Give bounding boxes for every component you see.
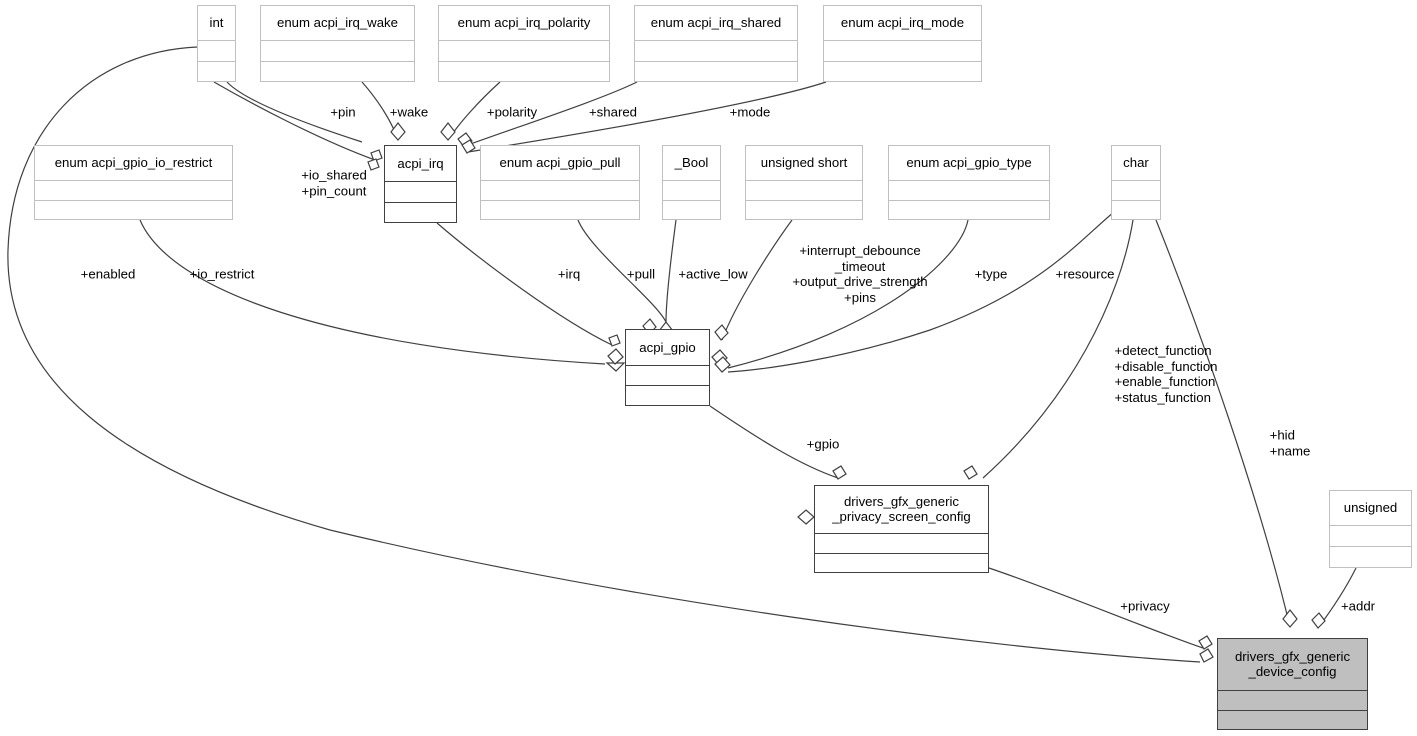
edge-label-shared: +shared xyxy=(588,104,638,120)
node-unsigned[interactable]: unsigned xyxy=(1329,490,1412,568)
node-int-attrs xyxy=(198,41,235,62)
node-unsigned-title: unsigned xyxy=(1330,491,1411,526)
edge-label-polarity: +polarity xyxy=(486,104,538,120)
node-enum-acpi-irq-polarity-title: enum acpi_irq_polarity xyxy=(439,6,609,41)
diamond-ushort xyxy=(714,324,729,341)
edge-enabled xyxy=(7,46,1201,663)
edge-label-io-shared-pin-count: +io_shared +pin_count xyxy=(301,167,367,199)
node-char[interactable]: char xyxy=(1111,145,1161,220)
diamond-enabled xyxy=(1199,648,1214,663)
node-acpi-irq[interactable]: acpi_irq xyxy=(384,145,457,223)
edge-label-functions: +detect_function +disable_function +enab… xyxy=(1114,343,1218,405)
node-int-ops xyxy=(198,62,235,82)
edge-label-pin: +pin xyxy=(330,104,356,120)
edge-label-type: +type xyxy=(974,266,1008,282)
node-enum-acpi-gpio-io-restrict[interactable]: enum acpi_gpio_io_restrict xyxy=(34,145,233,220)
edge-label-io-restrict: +io_restrict xyxy=(189,266,255,282)
node-int-title: int xyxy=(198,6,235,41)
node-char-title: char xyxy=(1112,146,1160,181)
edge-label-irq: +irq xyxy=(557,266,581,282)
diamond-hid-name xyxy=(1282,609,1298,628)
edge-label-wake: +wake xyxy=(389,104,429,120)
node-enum-acpi-gpio-pull-title: enum acpi_gpio_pull xyxy=(481,146,639,181)
node-enum-acpi-gpio-pull[interactable]: enum acpi_gpio_pull xyxy=(480,145,640,220)
edge-label-ushort-group: +interrupt_debounce _timeout +output_dri… xyxy=(792,243,928,305)
node-bool-title: _Bool xyxy=(663,146,720,181)
diamond-io-shared xyxy=(367,158,380,171)
diamond-functions xyxy=(963,465,978,480)
uml-diagram-canvas: int enum acpi_irq_wake enum acpi_irq_pol… xyxy=(0,0,1417,736)
diamond-io-restrict-2 xyxy=(607,348,624,365)
edge-label-pull: +pull xyxy=(626,266,656,282)
edge-label-enabled: +enabled xyxy=(80,266,136,282)
diamond-wake xyxy=(390,122,406,141)
node-enum-acpi-gpio-type-title: enum acpi_gpio_type xyxy=(889,146,1049,181)
node-acpi-gpio-title: acpi_gpio xyxy=(626,330,709,366)
edge-label-hid-name: +hid +name xyxy=(1269,427,1311,459)
edge-irq xyxy=(436,222,613,346)
node-enum-acpi-irq-wake-title: enum acpi_irq_wake xyxy=(261,6,414,41)
edge-label-mode: +mode xyxy=(729,104,771,120)
edge-label-addr: +addr xyxy=(1340,598,1376,614)
diamond-polarity xyxy=(440,122,456,141)
edge-io-restrict xyxy=(139,219,606,365)
node-enum-acpi-irq-mode-title: enum acpi_irq_mode xyxy=(824,6,981,41)
edge-label-resource: +resource xyxy=(1055,266,1115,282)
node-enum-acpi-irq-wake[interactable]: enum acpi_irq_wake xyxy=(260,5,415,82)
edge-hid-name xyxy=(1155,219,1291,628)
node-unsigned-short-title: unsigned short xyxy=(746,146,862,181)
node-privacy-screen-config-title: drivers_gfx_generic _privacy_screen_conf… xyxy=(815,486,988,534)
node-unsigned-short[interactable]: unsigned short xyxy=(745,145,863,220)
node-acpi-irq-title: acpi_irq xyxy=(385,146,456,182)
node-privacy-screen-config[interactable]: drivers_gfx_generic _privacy_screen_conf… xyxy=(814,485,989,573)
edge-functions xyxy=(982,219,1134,479)
node-enum-acpi-gpio-type[interactable]: enum acpi_gpio_type xyxy=(888,145,1050,220)
diamond-addr xyxy=(1311,612,1326,629)
edge-label-gpio: +gpio xyxy=(806,436,840,452)
node-acpi-gpio[interactable]: acpi_gpio xyxy=(625,329,710,406)
diamond-privacy-left xyxy=(797,509,815,525)
node-enum-acpi-irq-polarity[interactable]: enum acpi_irq_polarity xyxy=(438,5,610,82)
node-int[interactable]: int xyxy=(197,5,236,82)
node-enum-acpi-irq-shared-title: enum acpi_irq_shared xyxy=(635,6,797,41)
node-enum-acpi-gpio-io-restrict-title: enum acpi_gpio_io_restrict xyxy=(35,146,232,181)
node-bool[interactable]: _Bool xyxy=(662,145,721,220)
node-enum-acpi-irq-mode[interactable]: enum acpi_irq_mode xyxy=(823,5,982,82)
node-device-config[interactable]: drivers_gfx_generic _device_config xyxy=(1217,638,1368,730)
edge-label-active-low: +active_low xyxy=(678,266,748,282)
edge-io-shared-pin-count xyxy=(213,81,376,161)
edge-label-privacy: +privacy xyxy=(1120,598,1170,614)
edge-active-low xyxy=(665,219,677,323)
edge-privacy xyxy=(988,567,1204,649)
node-device-config-title: drivers_gfx_generic _device_config xyxy=(1218,639,1367,691)
node-enum-acpi-irq-shared[interactable]: enum acpi_irq_shared xyxy=(634,5,798,82)
